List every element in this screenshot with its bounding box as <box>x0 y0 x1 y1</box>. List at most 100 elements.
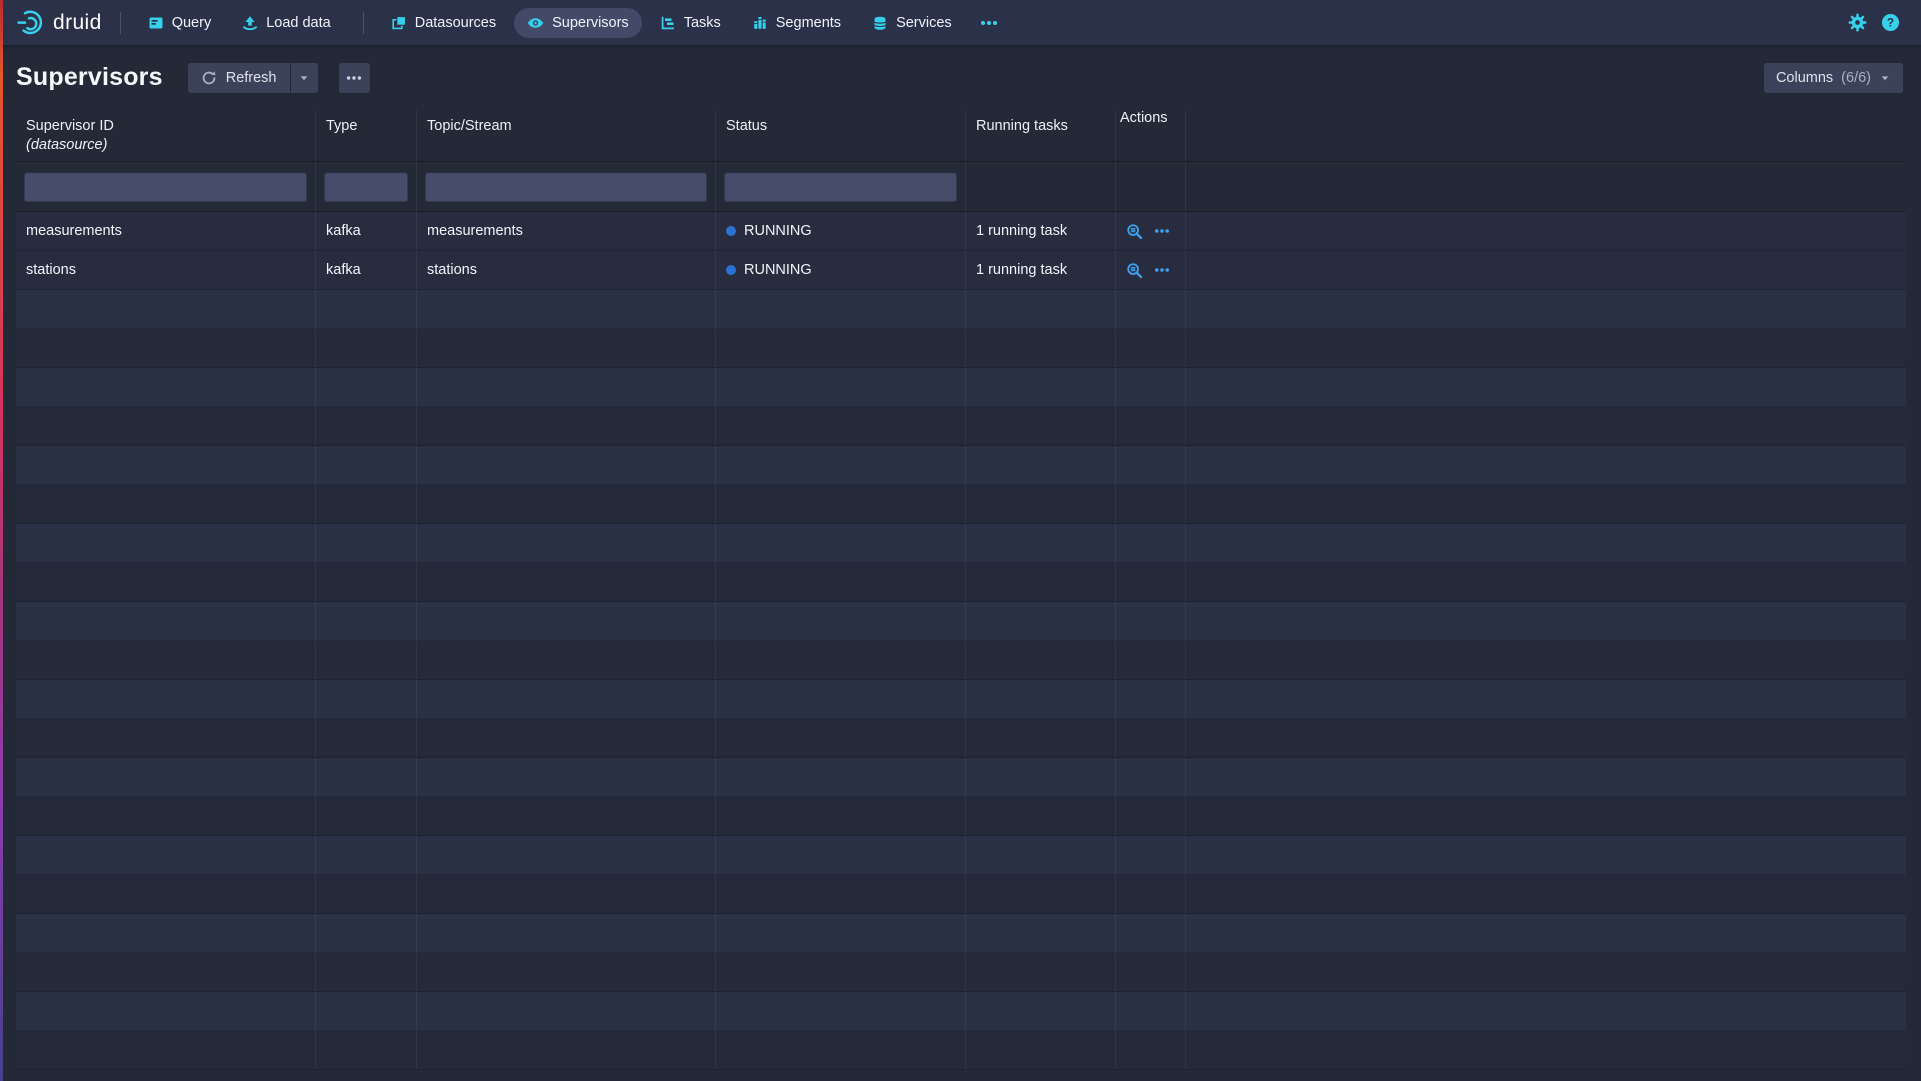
empty-table-row <box>16 836 1906 875</box>
empty-cell <box>1186 797 1906 835</box>
column-header-type[interactable]: Type <box>316 110 417 161</box>
empty-cell <box>316 446 417 484</box>
supervisor-id-cell: stations <box>16 251 316 289</box>
empty-cell <box>966 992 1116 1030</box>
empty-cell <box>1186 290 1906 328</box>
empty-cell <box>16 719 316 757</box>
empty-cell <box>716 602 966 640</box>
refresh-label: Refresh <box>226 70 277 86</box>
type-cell: kafka <box>316 251 417 289</box>
nav-item-query[interactable]: Query <box>135 8 225 38</box>
empty-cell <box>16 641 316 679</box>
empty-cell <box>1186 992 1906 1030</box>
column-header-supervisor-id[interactable]: Supervisor ID (datasource) <box>16 110 316 161</box>
nav-more-button[interactable] <box>970 8 1008 38</box>
empty-cell <box>1186 875 1906 913</box>
row-more-actions-button[interactable] <box>1148 217 1176 245</box>
empty-cell <box>417 368 716 406</box>
empty-cell <box>1116 602 1186 640</box>
empty-table-row <box>16 641 1906 680</box>
supervisor-row: stations kafka stations RUNNING 1 runnin… <box>16 251 1906 290</box>
running-tasks-cell: 1 running task <box>966 251 1116 289</box>
empty-cell <box>1116 719 1186 757</box>
empty-cell <box>716 485 966 523</box>
empty-cell <box>1186 758 1906 796</box>
status-label: RUNNING <box>744 262 812 278</box>
topic-stream-filter-input[interactable] <box>425 172 707 202</box>
nav-item-load-data[interactable]: Load data <box>229 8 344 38</box>
empty-table-row <box>16 758 1906 797</box>
empty-cell <box>417 290 716 328</box>
empty-table-row <box>16 992 1906 1031</box>
empty-table-row <box>16 602 1906 641</box>
empty-cell <box>1116 797 1186 835</box>
search-details-icon <box>1126 223 1143 240</box>
nav-item-services[interactable]: Services <box>859 8 965 38</box>
supervisor-id-filter-input[interactable] <box>24 172 307 202</box>
empty-cell <box>16 524 316 562</box>
nav-item-label: Query <box>172 15 212 31</box>
empty-cell <box>16 563 316 601</box>
gear-icon <box>1848 13 1867 32</box>
nav-item-segments[interactable]: Segments <box>739 8 854 38</box>
column-header-running-tasks[interactable]: Running tasks <box>966 110 1116 161</box>
empty-cell <box>16 407 316 445</box>
empty-table-row <box>16 563 1906 602</box>
empty-cell <box>16 446 316 484</box>
empty-cell <box>417 914 716 952</box>
druid-brand[interactable]: druid <box>16 9 102 37</box>
database-icon <box>872 15 888 31</box>
empty-cell <box>316 914 417 952</box>
nav-item-supervisors[interactable]: Supervisors <box>514 8 642 38</box>
empty-cell <box>417 407 716 445</box>
nav-item-tasks[interactable]: Tasks <box>647 8 734 38</box>
view-details-button[interactable] <box>1120 256 1148 284</box>
svg-text:?: ? <box>1887 15 1894 29</box>
column-header-sublabel: (datasource) <box>26 137 305 154</box>
upload-icon <box>242 15 258 31</box>
empty-cell <box>1116 368 1186 406</box>
nav-item-datasources[interactable]: Datasources <box>378 8 509 38</box>
empty-cell <box>966 797 1116 835</box>
header-more-button[interactable] <box>339 63 370 93</box>
columns-count: (6/6) <box>1841 70 1871 86</box>
empty-cell <box>316 1031 417 1069</box>
help-button[interactable]: ? <box>1881 13 1900 32</box>
running-tasks-cell: 1 running task <box>966 212 1116 250</box>
empty-table-row <box>16 719 1906 758</box>
actions-cell <box>1116 251 1186 289</box>
empty-table-row <box>16 290 1906 329</box>
empty-cell <box>16 485 316 523</box>
view-details-button[interactable] <box>1120 217 1148 245</box>
empty-cell <box>966 563 1116 601</box>
refresh-button[interactable]: Refresh <box>188 63 290 93</box>
empty-cell <box>716 797 966 835</box>
empty-cell <box>1186 1031 1906 1069</box>
empty-table-row <box>16 953 1906 992</box>
empty-cell <box>1186 680 1906 718</box>
empty-cell <box>1116 641 1186 679</box>
empty-table-row <box>16 368 1906 407</box>
empty-cell <box>417 680 716 718</box>
columns-button[interactable]: Columns (6/6) <box>1764 63 1903 93</box>
empty-cell <box>16 992 316 1030</box>
empty-cell <box>316 836 417 874</box>
nav-divider <box>120 12 121 34</box>
column-header-topic-stream[interactable]: Topic/Stream <box>417 110 716 161</box>
empty-cell <box>966 836 1116 874</box>
status-filter-input[interactable] <box>724 172 957 202</box>
columns-label: Columns <box>1776 70 1833 86</box>
row-more-actions-button[interactable] <box>1148 256 1176 284</box>
column-header-status[interactable]: Status <box>716 110 966 161</box>
refresh-interval-button[interactable] <box>291 63 318 93</box>
brand-wordmark: druid <box>53 11 102 35</box>
empty-cell <box>966 407 1116 445</box>
empty-cell <box>16 1031 316 1069</box>
empty-cell <box>1186 914 1906 952</box>
settings-button[interactable] <box>1848 13 1867 32</box>
more-icon <box>1154 262 1170 278</box>
empty-cell <box>316 641 417 679</box>
type-filter-input[interactable] <box>324 172 408 202</box>
nav-item-label: Supervisors <box>552 15 629 31</box>
refresh-button-group: Refresh <box>188 63 318 93</box>
